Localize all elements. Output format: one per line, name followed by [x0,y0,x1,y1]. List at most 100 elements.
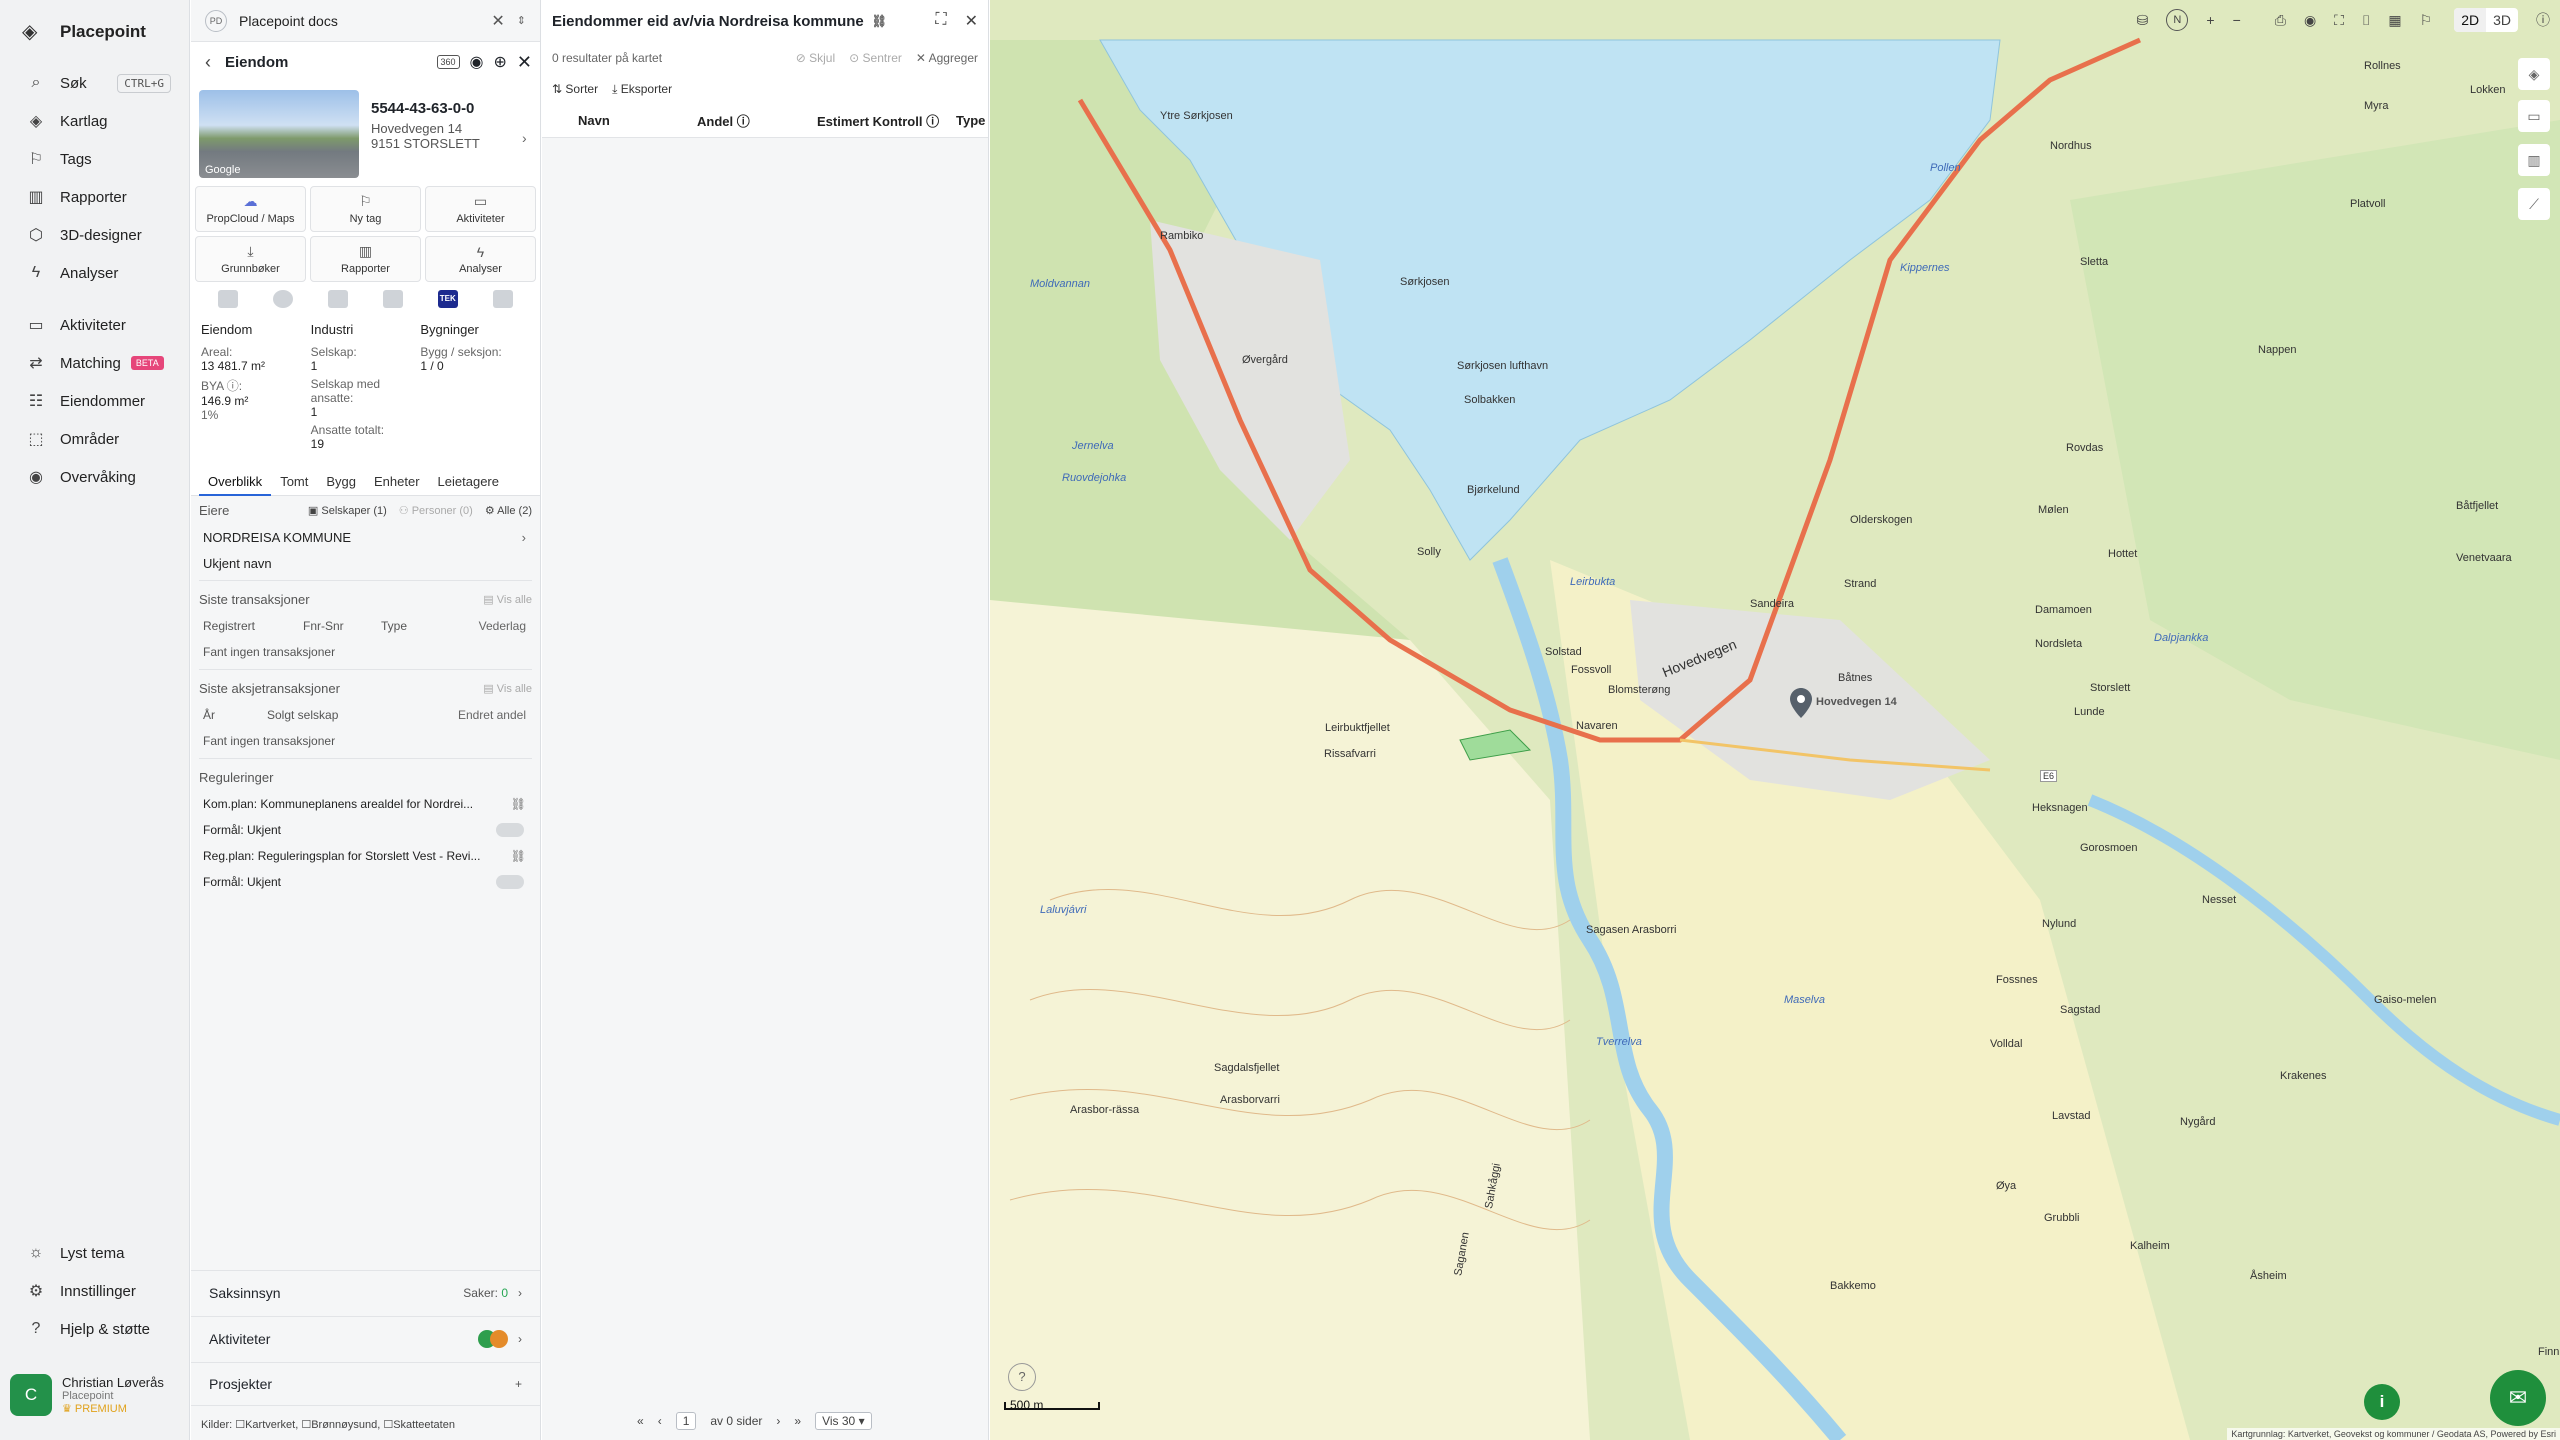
bars-icon[interactable] [382,290,403,308]
reports-button[interactable]: ▥ Rapporter [310,236,421,282]
chart-icon[interactable]: ▥ [2518,144,2550,176]
column-share[interactable]: Andel ⓘ [697,111,750,130]
filter-persons[interactable]: ⚇ Personer (0) [399,504,473,517]
street-view-360-button[interactable]: 360 [436,55,460,69]
column-type[interactable]: Type [956,113,985,128]
filter-all[interactable]: ⚙ Alle (2) [485,504,532,517]
nav-aktiviteter[interactable]: ▭ Aktiviteter [0,306,189,344]
expand-collapse-icon[interactable]: ⇕ [517,14,526,27]
nav-tags[interactable]: ⚐ Tags [0,140,189,178]
map-canvas[interactable]: Ytre Sørkjosen Rambiko Sørkjosen Sørkjos… [990,0,2560,1440]
prosjekter-row[interactable]: Prosjekter + [191,1362,540,1406]
globe-icon[interactable] [273,290,294,308]
aktiviteter-row[interactable]: Aktiviteter › [191,1316,540,1360]
owner-row[interactable]: NORDREISA KOMMUNE › [199,524,532,550]
prev-page-icon[interactable]: ‹ [658,1414,662,1428]
link-icon[interactable]: ⛓ [511,849,526,863]
measure-icon[interactable]: ▭ [2518,100,2550,132]
zoom-in-icon[interactable]: + [2206,12,2214,28]
help-icon[interactable]: ? [1008,1363,1036,1391]
plus-icon[interactable]: + [515,1377,522,1391]
new-tag-button[interactable]: ⚐ Ny tag [310,186,421,232]
nav-overvaking[interactable]: ◉ Overvåking [0,458,189,496]
land-registry-button[interactable]: ⤓ Grunnbøker [195,236,306,282]
column-name[interactable]: Navn [578,113,610,128]
nav-eiendommer[interactable]: ☷ Eiendommer [0,382,189,420]
regulation-row[interactable]: Reg.plan: Reguleringsplan for Storslett … [199,843,532,869]
close-icon[interactable]: ✕ [517,52,532,73]
tek-icon[interactable]: TEK [437,290,458,308]
building-icon[interactable] [218,290,239,308]
print-icon[interactable]: ⎙ [2275,12,2286,29]
tab-enheter[interactable]: Enheter [365,466,429,496]
filter-companies[interactable]: ▣ Selskaper (1) [308,504,387,517]
column-control[interactable]: Estimert Kontroll ⓘ [817,111,939,130]
zoom-out-icon[interactable]: − [2233,12,2241,28]
locate-icon[interactable]: ⊕ [494,52,507,72]
show-all-link[interactable]: ▤ Vis alle [483,593,532,606]
eye-icon[interactable]: ◉ [2304,12,2316,29]
map-pin-icon[interactable] [1790,688,1812,718]
page-input[interactable]: 1 [675,1412,697,1430]
close-icon[interactable]: ✕ [965,11,978,31]
center-button[interactable]: ⊙ Sentrer [849,51,902,65]
camera-icon[interactable]: ⌷ [2362,12,2370,29]
mode-3d[interactable]: 3D [2486,8,2518,32]
industry-icon[interactable] [328,290,349,308]
user-card[interactable]: C Christian Løverås Placepoint ♛ PREMIUM [10,1368,182,1422]
chevron-right-icon[interactable]: › [522,130,527,146]
eye-icon[interactable]: ◉ [470,52,484,72]
page-size-select[interactable]: Vis 30 ▾ [815,1412,872,1430]
link-icon[interactable]: ⛓ [872,14,887,28]
brand[interactable]: ◈ Placepoint [0,0,189,64]
first-page-icon[interactable]: « [637,1414,644,1428]
bucket-icon[interactable]: ⛁ [2137,12,2149,29]
property-photo[interactable]: Google [199,90,359,178]
nav-lyst-tema[interactable]: ☼ Lyst tema [0,1234,190,1272]
nav-omrader[interactable]: ⬚ Områder [0,420,189,458]
tab-bygg[interactable]: Bygg [317,466,365,496]
sort-button[interactable]: ⇅ Sorter [552,82,598,96]
nav-analyser[interactable]: ϟ Analyser [0,254,189,292]
mode-2d[interactable]: 2D [2454,8,2487,32]
last-page-icon[interactable]: » [794,1414,801,1428]
bookmark-icon[interactable]: ⚐ [2420,12,2433,29]
analyses-button[interactable]: ϟ Analyser [425,236,536,282]
tab-tomt[interactable]: Tomt [271,466,317,496]
grid-icon[interactable]: ▦ [2388,12,2401,29]
fullscreen-icon[interactable]: ⛶ [2334,12,2344,29]
chat-button[interactable]: ✉ [2490,1370,2546,1426]
docs-bar[interactable]: PD Placepoint docs ✕ ⇕ [191,0,540,42]
toggle[interactable] [496,875,524,889]
nav-matching[interactable]: ⇄ Matching BETA [0,344,189,382]
nav-innstillinger[interactable]: ⚙ Innstillinger [0,1272,190,1310]
layers-icon[interactable]: ◈ [2518,58,2550,90]
compass-icon[interactable]: N [2166,9,2189,31]
regulation-row[interactable]: Kom.plan: Kommuneplanens arealdel for No… [199,791,532,817]
hide-button[interactable]: ⊘ Skjul [796,51,835,65]
next-page-icon[interactable]: › [776,1414,780,1428]
info-button[interactable]: i [2364,1384,2400,1420]
nav-kartlag[interactable]: ◈ Kartlag [0,102,189,140]
tab-overblikk[interactable]: Overblikk [199,466,272,496]
ruler-icon[interactable]: ⟋ [2518,188,2550,220]
nav-3d-designer[interactable]: ⬡ 3D-designer [0,216,189,254]
nav-hjelp[interactable]: ? Hjelp & støtte [0,1310,190,1348]
link-icon[interactable]: ⛓ [511,797,526,811]
propcloud-button[interactable]: ☁ PropCloud / Maps [195,186,306,232]
toggle[interactable] [496,823,524,837]
info-icon[interactable]: ⓘ [2536,10,2550,30]
saksinnsyn-row[interactable]: Saksinnsyn Saker: 0 › [191,1270,540,1314]
activities-button[interactable]: ▭ Aktiviteter [425,186,536,232]
house-icon[interactable] [492,290,513,308]
aggregate-button[interactable]: ✕ Aggreger [916,51,978,65]
back-icon[interactable]: ‹ [205,52,211,73]
nav-search[interactable]: ⌕ Søk CTRL+G [0,64,189,102]
nav-rapporter[interactable]: ▥ Rapporter [0,178,189,216]
maximize-icon[interactable]: ⛶ [935,11,946,31]
show-all-link[interactable]: ▤ Vis alle [483,682,532,695]
export-button[interactable]: ⤓ Eksporter [612,82,672,97]
tab-leietagere[interactable]: Leietagere [429,466,508,496]
owner-row[interactable]: Ukjent navn [199,550,532,576]
close-icon[interactable]: ✕ [491,11,504,31]
